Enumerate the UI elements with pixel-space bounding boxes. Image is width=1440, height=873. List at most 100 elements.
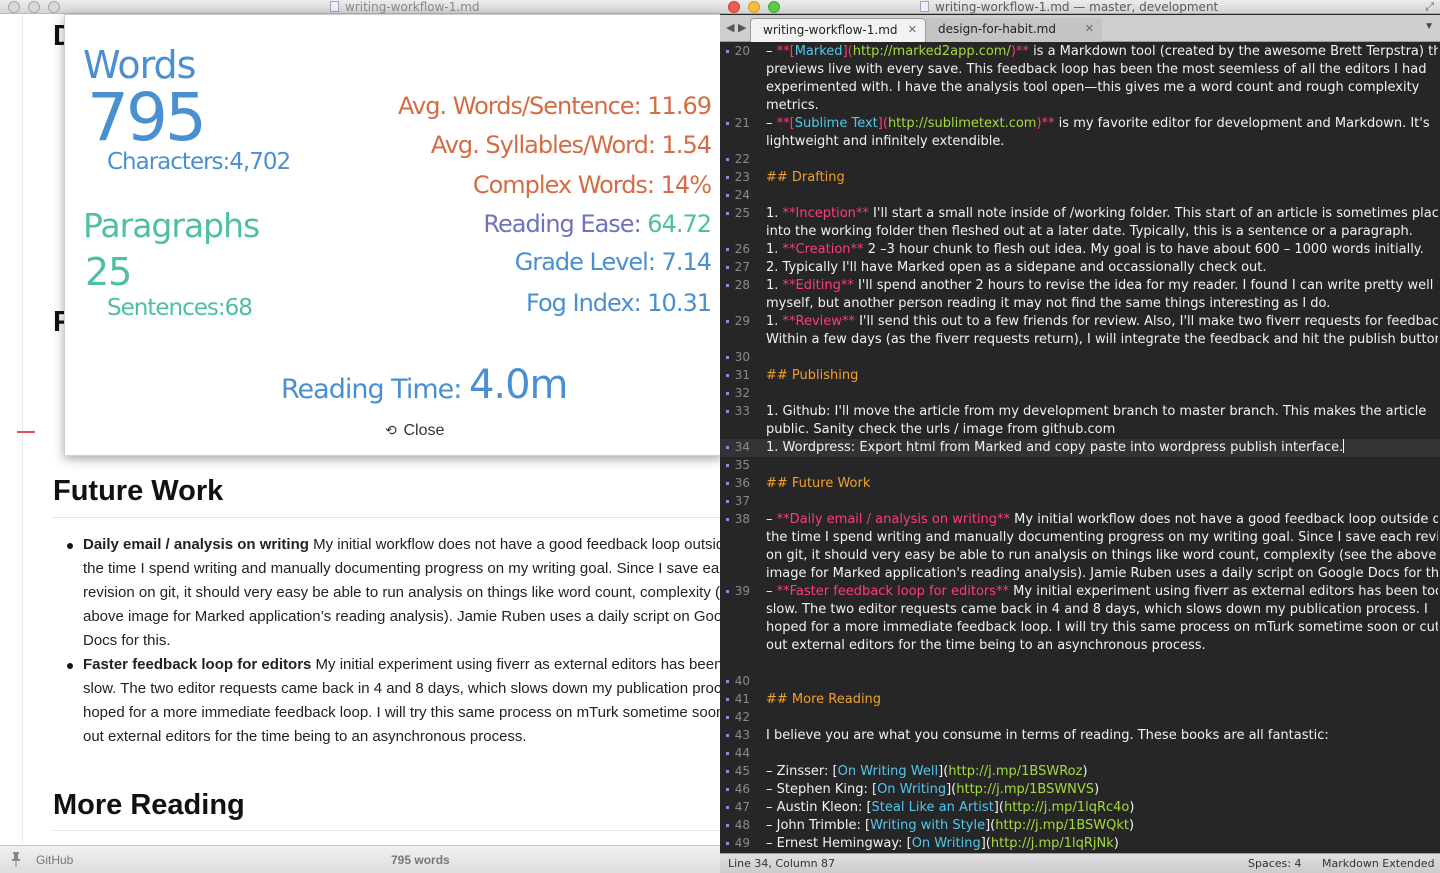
editor-line[interactable]: – Ernest Hemingway: [On Writing](http://… bbox=[766, 835, 1438, 853]
reading-ease-value: 64.72 bbox=[647, 210, 712, 238]
editor-line[interactable]: hoped for a more immediate feedback loop… bbox=[766, 619, 1438, 637]
editor-line[interactable]: lightweight and infinitely extendible. bbox=[766, 133, 1438, 151]
md-h2-token: ## Drafting bbox=[766, 170, 845, 185]
editor-line[interactable]: myself, but another person reading it ma… bbox=[766, 295, 1438, 313]
close-tab-icon[interactable]: ✕ bbox=[1085, 18, 1094, 40]
indentation-setting[interactable]: Spaces: 4 bbox=[1248, 857, 1301, 870]
line-number: 30 bbox=[734, 350, 750, 364]
md-text-token: I'll send this out to a few friends for … bbox=[854, 314, 1438, 329]
code-editor[interactable]: 20– **[Marked](http://marked2app.com/)**… bbox=[720, 43, 1440, 853]
editor-line[interactable]: ## Future Work bbox=[766, 475, 1438, 493]
editor-line[interactable]: 1. **Creation** 2 –3 hour chunk to flesh… bbox=[766, 241, 1438, 259]
editor-line[interactable]: experimented with. I have the analysis t… bbox=[766, 79, 1438, 97]
editor-line[interactable]: into the working folder then fleshed out… bbox=[766, 223, 1438, 241]
editor-line[interactable]: – **[Marked](http://marked2app.com/)** i… bbox=[766, 43, 1438, 61]
editor-line[interactable]: – Austin Kleon: [Steal Like an Artist](h… bbox=[766, 799, 1438, 817]
fog-index-stat: Fog Index: 10.31 bbox=[526, 289, 712, 317]
editor-line[interactable]: Within a few days (as the fiverr request… bbox=[766, 331, 1438, 349]
tab-left-arrow-icon[interactable]: ◀ bbox=[726, 21, 734, 34]
zoom-window-button[interactable] bbox=[48, 1, 60, 13]
editor-line[interactable]: – **[Sublime Text](http://sublimetext.co… bbox=[766, 115, 1438, 133]
words-value: 795 bbox=[87, 79, 207, 156]
tab-design-for-habit[interactable]: design-for-habit.md ✕ bbox=[926, 18, 1102, 42]
editor-line[interactable]: – **Daily email / analysis on writing** … bbox=[766, 511, 1438, 529]
paragraphs-value: 25 bbox=[85, 250, 132, 294]
editor-line[interactable]: the time I spend writing and manually do… bbox=[766, 529, 1438, 547]
md-linktext-token: Writing with Style bbox=[870, 818, 986, 833]
marked-preview-window: writing-workflow-1.md D F Future Work Da… bbox=[0, 0, 722, 873]
md-text-token: metrics. bbox=[766, 98, 819, 113]
md-linktext-token: Steal Like an Artist bbox=[871, 800, 994, 815]
md-bold-token: )** bbox=[1010, 44, 1029, 59]
md-text-token: – bbox=[766, 584, 777, 599]
editor-line[interactable]: ## Drafting bbox=[766, 169, 1438, 187]
avg-syllables-word-stat: Avg. Syllables/Word: 1.54 bbox=[430, 131, 712, 159]
md-text-token: ]( bbox=[993, 800, 1004, 815]
window-title: writing-workflow-1.md bbox=[330, 0, 480, 14]
editor-line[interactable]: – **Faster feedback loop for editors** M… bbox=[766, 583, 1438, 601]
line-number: 44 bbox=[734, 746, 750, 760]
md-url-token: http://sublimetext.com bbox=[887, 116, 1037, 131]
md-url-token: http://j.mp/1BSWRoz bbox=[948, 764, 1083, 779]
line-number: 35 bbox=[734, 458, 750, 472]
md-text-token: ]( bbox=[938, 764, 949, 779]
close-window-button[interactable] bbox=[728, 1, 740, 13]
syntax-selector[interactable]: Markdown Extended bbox=[1322, 857, 1435, 870]
minimize-window-button[interactable] bbox=[748, 1, 760, 13]
md-bold-token: **[ bbox=[776, 44, 795, 59]
md-url-token: http://j.mp/1lqRc4o bbox=[1003, 800, 1130, 815]
line-number: 29 bbox=[734, 314, 750, 328]
editor-line[interactable]: 1. **Inception** I'll start a small note… bbox=[766, 205, 1438, 223]
md-text-token: ) bbox=[1129, 800, 1135, 815]
tab-dropdown-icon[interactable]: ▼ bbox=[1424, 21, 1434, 32]
md-text-token: 2. Typically I'll have Marked open as a … bbox=[766, 260, 1267, 275]
list-item-text: revision on git, it should very easy be … bbox=[83, 584, 720, 601]
editor-line[interactable]: 2. Typically I'll have Marked open as a … bbox=[766, 259, 1438, 277]
md-bold-token: ]( bbox=[842, 44, 853, 59]
list-item: Daily email / analysis on writing My ini… bbox=[67, 533, 722, 653]
reading-ease-stat: Reading Ease: 64.72 bbox=[483, 210, 712, 238]
tab-right-arrow-icon[interactable]: ▶ bbox=[738, 21, 746, 34]
close-analysis-button[interactable]: ⟲ Close bbox=[385, 422, 444, 440]
editor-line[interactable]: ## Publishing bbox=[766, 367, 1438, 385]
reading-time-value: 4.0m bbox=[468, 362, 569, 408]
editor-line[interactable]: 1. **Review** I'll send this out to a fe… bbox=[766, 313, 1438, 331]
window-title-text: writing-workflow-1.md bbox=[345, 0, 480, 14]
md-text-token: – bbox=[766, 44, 777, 59]
fullscreen-icon[interactable]: ⤢ bbox=[1425, 1, 1434, 14]
paragraphs-label: Paragraphs bbox=[83, 206, 260, 245]
md-bold-token: ]( bbox=[877, 116, 888, 131]
md-h2-token: ## More Reading bbox=[766, 692, 882, 707]
editor-line[interactable]: on git, it should very easy be able to r… bbox=[766, 547, 1438, 565]
md-linktext-token: Marked bbox=[794, 44, 843, 59]
pin-icon[interactable] bbox=[11, 851, 21, 867]
editor-line[interactable]: I believe you are what you consume in te… bbox=[766, 727, 1438, 745]
editor-line[interactable]: – Stephen King: [On Writing](http://j.mp… bbox=[766, 781, 1438, 799]
minimize-window-button[interactable] bbox=[28, 1, 40, 13]
window-title-text: writing-workflow-1.md — master, developm… bbox=[935, 0, 1219, 14]
tab-bar: ◀ ▶ writing-workflow-1.md ✕ design-for-ha… bbox=[720, 15, 1440, 42]
editor-line[interactable]: image for Marked application's reading a… bbox=[766, 565, 1438, 583]
editor-line[interactable]: out external editors for the time being … bbox=[766, 637, 1438, 655]
editor-line[interactable]: public. Sanity check the urls / image fr… bbox=[766, 421, 1438, 439]
editor-line[interactable]: slow. The two editor requests came back … bbox=[766, 601, 1438, 619]
close-window-button[interactable] bbox=[8, 1, 20, 13]
editor-line[interactable]: previews live with every save. This feed… bbox=[766, 61, 1438, 79]
zoom-window-button[interactable] bbox=[768, 1, 780, 13]
md-url-token: http://marked2app.com/ bbox=[852, 44, 1011, 59]
characters-stat: Characters:4,702 bbox=[107, 149, 291, 175]
editor-line[interactable]: 1. Wordpress: Export html from Marked an… bbox=[766, 439, 1438, 457]
heading-divider bbox=[53, 830, 722, 831]
editor-line[interactable]: – John Trimble: [Writing with Style](htt… bbox=[766, 817, 1438, 835]
reading-time-label: Reading Time: bbox=[281, 374, 469, 405]
editor-line[interactable]: 1. **Editing** I'll spend another 2 hour… bbox=[766, 277, 1438, 295]
editor-line[interactable]: – Zinsser: [On Writing Well](http://j.mp… bbox=[766, 763, 1438, 781]
md-bold-token: **Review** bbox=[782, 314, 855, 329]
close-tab-icon[interactable]: ✕ bbox=[908, 19, 917, 41]
editor-line[interactable]: ## More Reading bbox=[766, 691, 1438, 709]
editor-line[interactable]: metrics. bbox=[766, 97, 1438, 115]
editor-line[interactable]: 1. Github: I'll move the article from my… bbox=[766, 403, 1438, 421]
tab-writing-workflow[interactable]: writing-workflow-1.md ✕ bbox=[750, 18, 926, 42]
md-text-token: – John Trimble: [ bbox=[766, 818, 871, 833]
github-label[interactable]: GitHub bbox=[36, 853, 73, 867]
